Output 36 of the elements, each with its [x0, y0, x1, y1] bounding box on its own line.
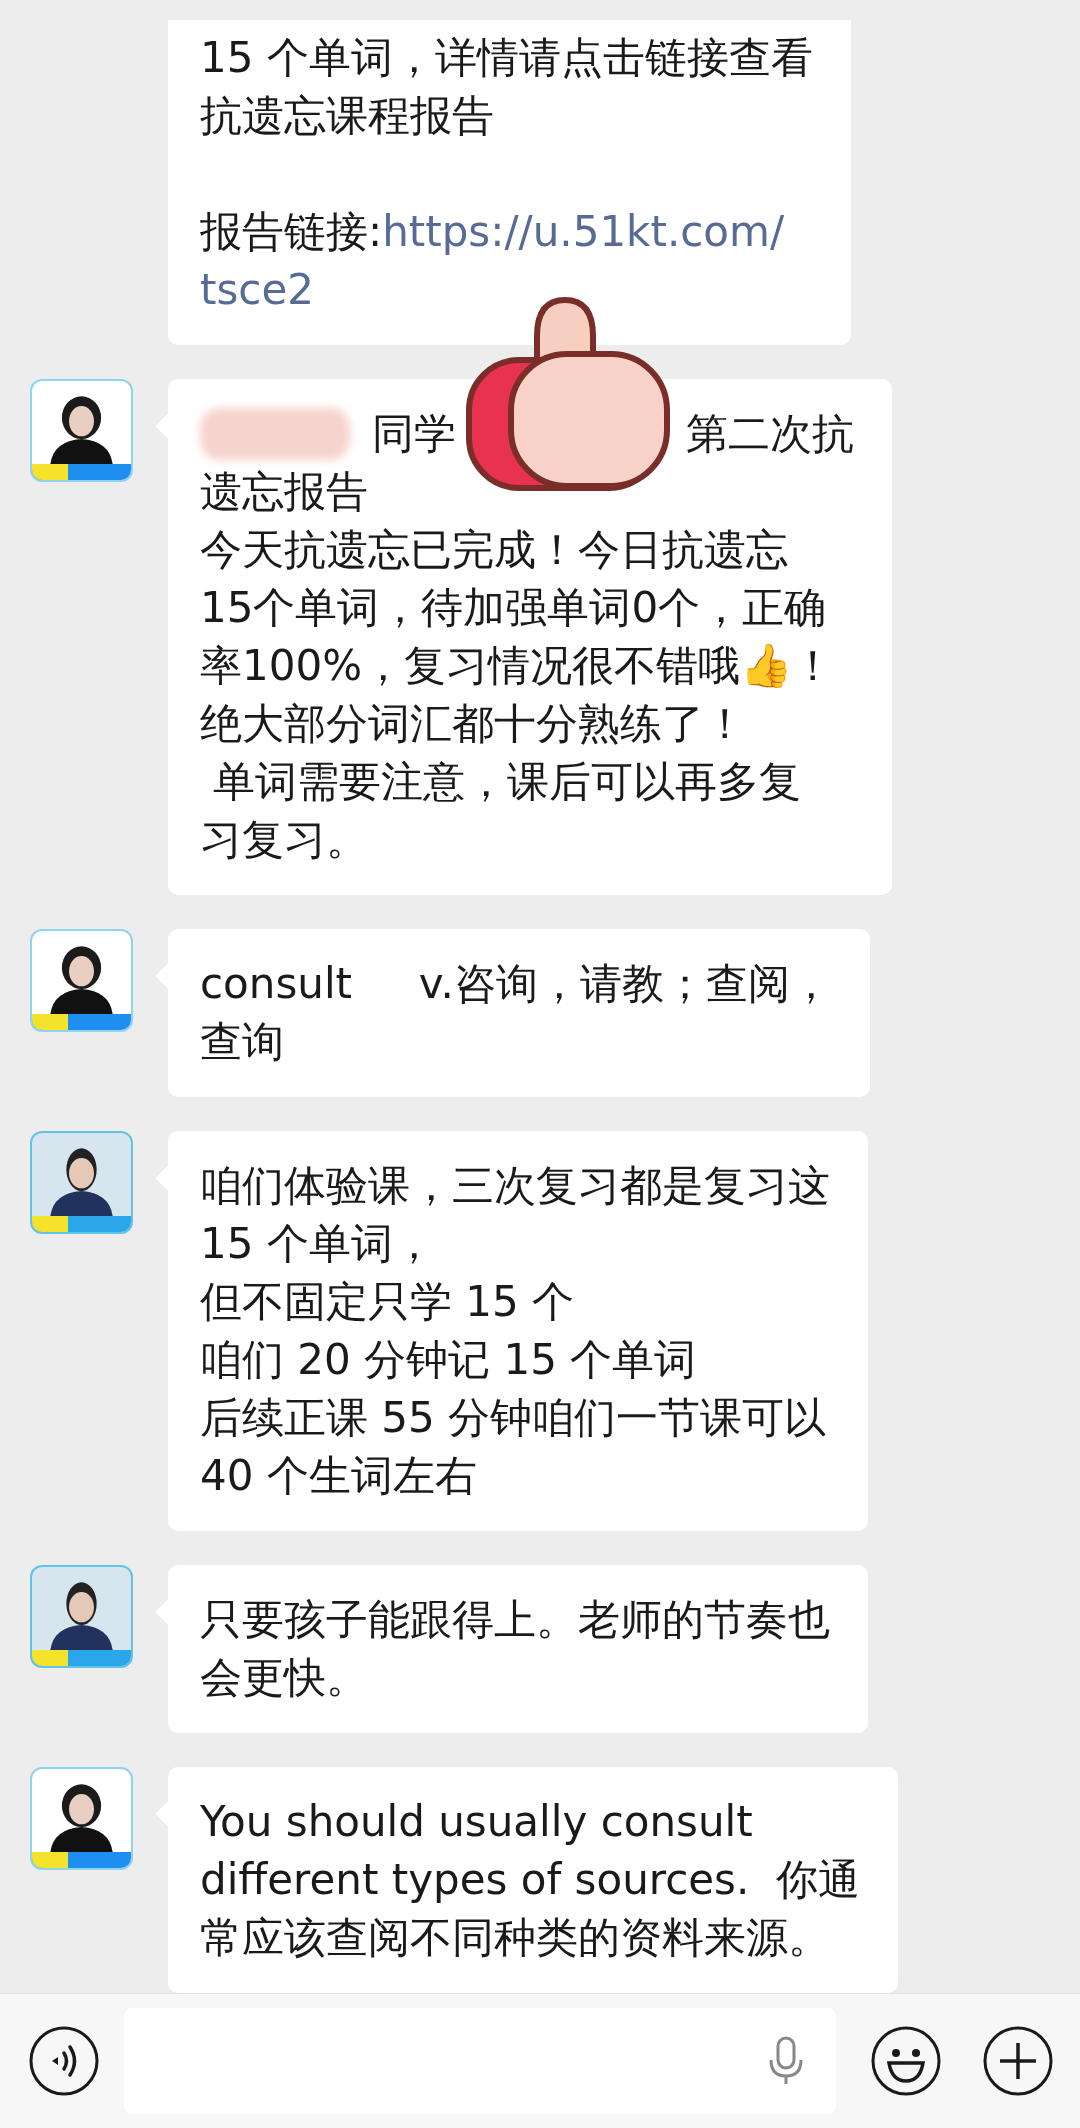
link[interactable]: tsce2 [200, 261, 314, 319]
message-text: 遗忘报告 [200, 466, 369, 518]
message-text: 但不固定只学 15 个 [200, 1276, 576, 1328]
sound-wave-icon [28, 2025, 100, 2097]
message-text: 常应该查阅不同种类的资料来源。 [200, 1912, 831, 1964]
message-text: 咱们体验课，三次复习都是复习这 [200, 1160, 830, 1212]
avatar-picture[interactable] [30, 1131, 133, 1234]
message-input-field[interactable] [124, 2008, 836, 2114]
message-text: 查询 [200, 1016, 285, 1068]
message-text: 抗遗忘课程报告 [200, 90, 495, 142]
message-text: 咱们 20 分钟记 15 个单词 [200, 1334, 698, 1386]
message-text: 只要孩子能跟得上。老师的节奏也 [200, 1594, 830, 1646]
message-text: 今天抗遗忘已完成！今日抗遗忘 [200, 524, 789, 576]
message-text: 15 个单词， [200, 1218, 436, 1270]
message-text: different types of sources. 你通 [200, 1854, 861, 1906]
message-text: 15 个单词，详情请点击链接查看 [200, 32, 813, 84]
message-text: 习复习。 [200, 814, 369, 866]
avatar-picture[interactable] [30, 1565, 133, 1668]
message-text: 率100%，复习情况很不错哦👍！ [200, 640, 836, 692]
message-text: 15个单词，待加强单词0个，正确 [200, 582, 828, 634]
message-text: 后续正课 55 分钟咱们一节课可以 [200, 1392, 828, 1444]
avatar-picture[interactable] [30, 929, 133, 1032]
avatar-picture[interactable] [30, 1767, 133, 1870]
message-text: 同学 [372, 408, 456, 460]
message-text: 报告链接: [200, 206, 383, 258]
message-text: 第二次抗 [686, 408, 854, 460]
message-text: consult v.咨询，请教；查阅， [200, 958, 832, 1010]
smiley-icon [870, 2025, 942, 2097]
avatar-picture[interactable] [30, 379, 133, 482]
link[interactable]: https://u.51kt.com/ [382, 203, 785, 261]
message-text: 单词需要注意，课后可以再多复 [212, 756, 803, 808]
message-text: 会更快。 [200, 1652, 369, 1704]
message-text: 40 个生词左右 [200, 1450, 478, 1502]
message-text: You should usually consult [200, 1796, 754, 1848]
plus-icon [982, 2025, 1054, 2097]
message-text: 绝大部分词汇都十分熟练了！ [200, 698, 747, 750]
